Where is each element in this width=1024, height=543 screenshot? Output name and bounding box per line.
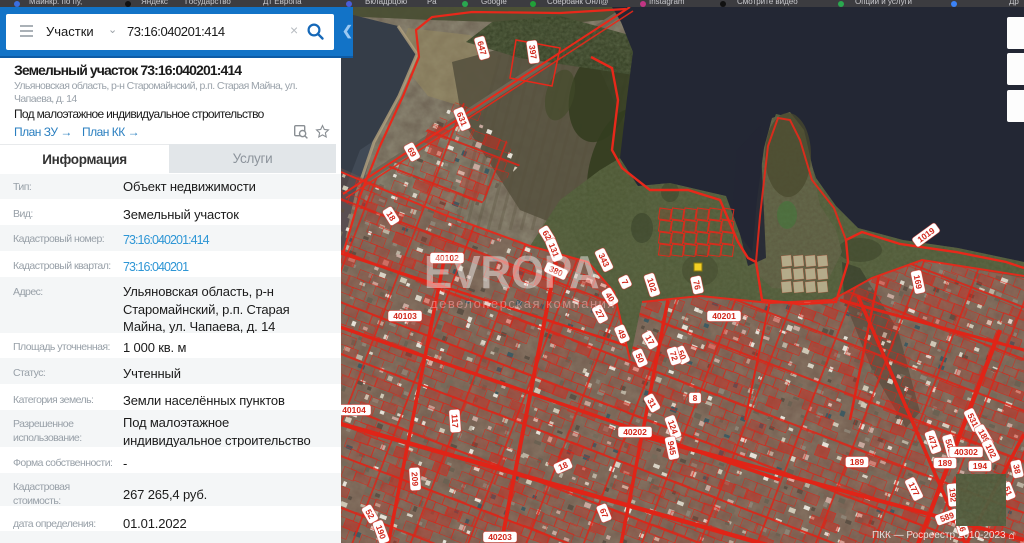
svg-text:40202: 40202 xyxy=(623,427,647,437)
svg-text:ПКК — Росреестр 2010-2023: ПКК — Росреестр 2010-2023 xyxy=(872,530,1006,541)
svg-text:40104: 40104 xyxy=(342,405,366,415)
svg-text:397: 397 xyxy=(527,44,539,60)
svg-text:194: 194 xyxy=(973,461,987,471)
svg-text:189: 189 xyxy=(850,457,864,467)
svg-text:EVROPA: EVROPA xyxy=(424,247,600,298)
svg-text:40201: 40201 xyxy=(712,311,736,321)
svg-text:40302: 40302 xyxy=(954,447,978,457)
svg-text:40103: 40103 xyxy=(393,311,417,321)
svg-text:117: 117 xyxy=(450,414,461,429)
svg-text:⌂: ⌂ xyxy=(1008,530,1015,542)
svg-text:189: 189 xyxy=(938,458,952,468)
svg-text:209: 209 xyxy=(410,472,421,487)
svg-text:девелоперская компания: девелоперская компания xyxy=(430,296,616,311)
svg-text:8: 8 xyxy=(693,393,698,403)
svg-text:40203: 40203 xyxy=(488,532,512,542)
